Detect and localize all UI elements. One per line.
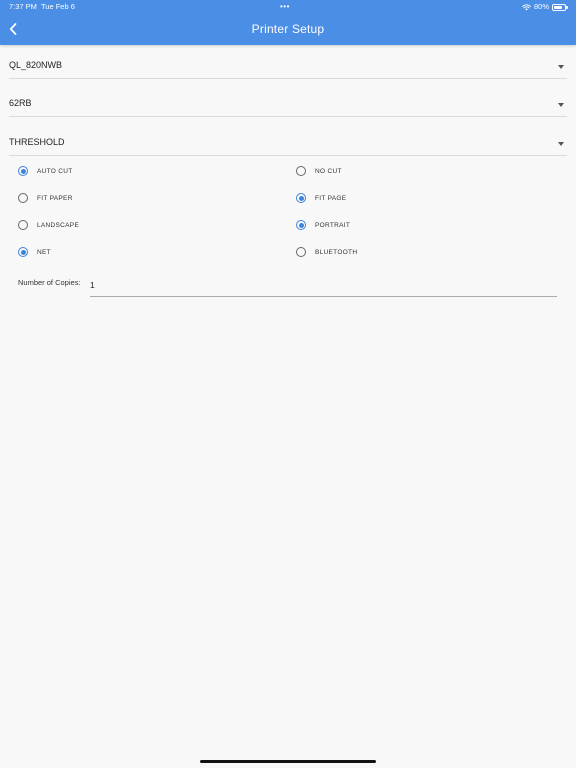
wifi-icon [522, 3, 531, 10]
no-cut-radio[interactable]: NO CUT [296, 164, 342, 178]
fit-page-radio[interactable]: FIT PAGE [296, 191, 346, 205]
fit-paper-label: FIT PAPER [37, 194, 73, 202]
radio-button-icon [296, 220, 306, 230]
radio-button-icon [296, 193, 306, 203]
app-bar: 7:37 PM Tue Feb 6 ••• 80% Printer Setup [0, 0, 576, 45]
no-cut-label: NO CUT [315, 167, 342, 175]
battery-fill [554, 5, 562, 9]
landscape-radio[interactable]: LANDSCAPE [18, 218, 79, 232]
dropdown-arrow-icon [558, 103, 564, 107]
printer-model-value: QL_820NWB [9, 60, 63, 70]
bluetooth-label: BLUETOOTH [315, 248, 358, 256]
printer-model-select[interactable]: QL_820NWB [9, 57, 567, 79]
dropdown-arrow-icon [558, 142, 564, 146]
fit-paper-radio[interactable]: FIT PAPER [18, 191, 73, 205]
dropdown-arrow-icon [558, 65, 564, 69]
status-bar: 7:37 PM Tue Feb 6 ••• 80% [0, 0, 576, 14]
net-radio[interactable]: NET [18, 245, 51, 259]
landscape-label: LANDSCAPE [37, 221, 80, 229]
auto-cut-label: AUTO CUT [37, 167, 73, 175]
auto-cut-radio[interactable]: AUTO CUT [18, 164, 73, 178]
bluetooth-radio[interactable]: BLUETOOTH [296, 245, 357, 259]
home-indicator[interactable] [200, 760, 376, 763]
status-date: Tue Feb 6 [41, 2, 75, 11]
battery-icon [552, 3, 568, 11]
status-right: 80% [522, 0, 568, 14]
label-size-select[interactable]: 62RB [9, 95, 567, 117]
portrait-radio[interactable]: PORTRAIT [296, 218, 350, 232]
radio-button-icon [18, 247, 28, 257]
radio-button-icon [18, 193, 28, 203]
copies-input[interactable] [90, 274, 557, 297]
portrait-label: PORTRAIT [315, 221, 351, 229]
status-time: 7:37 PM [9, 2, 37, 11]
battery-tip [566, 6, 568, 9]
net-label: NET [37, 248, 51, 256]
fit-page-label: FIT PAGE [315, 194, 347, 202]
copies-label: Number of Copies: [18, 278, 81, 287]
radio-button-icon [296, 247, 306, 257]
page-title: Printer Setup [251, 22, 325, 36]
print-mode-select[interactable]: THRESHOLD [9, 134, 567, 156]
battery-percent: 80% [533, 2, 549, 11]
radio-button-icon [296, 166, 306, 176]
print-mode-value: THRESHOLD [9, 137, 65, 147]
radio-button-icon [18, 220, 28, 230]
label-size-value: 62RB [9, 98, 32, 108]
radio-button-icon [18, 166, 28, 176]
multitasking-dots[interactable]: ••• [280, 0, 290, 14]
